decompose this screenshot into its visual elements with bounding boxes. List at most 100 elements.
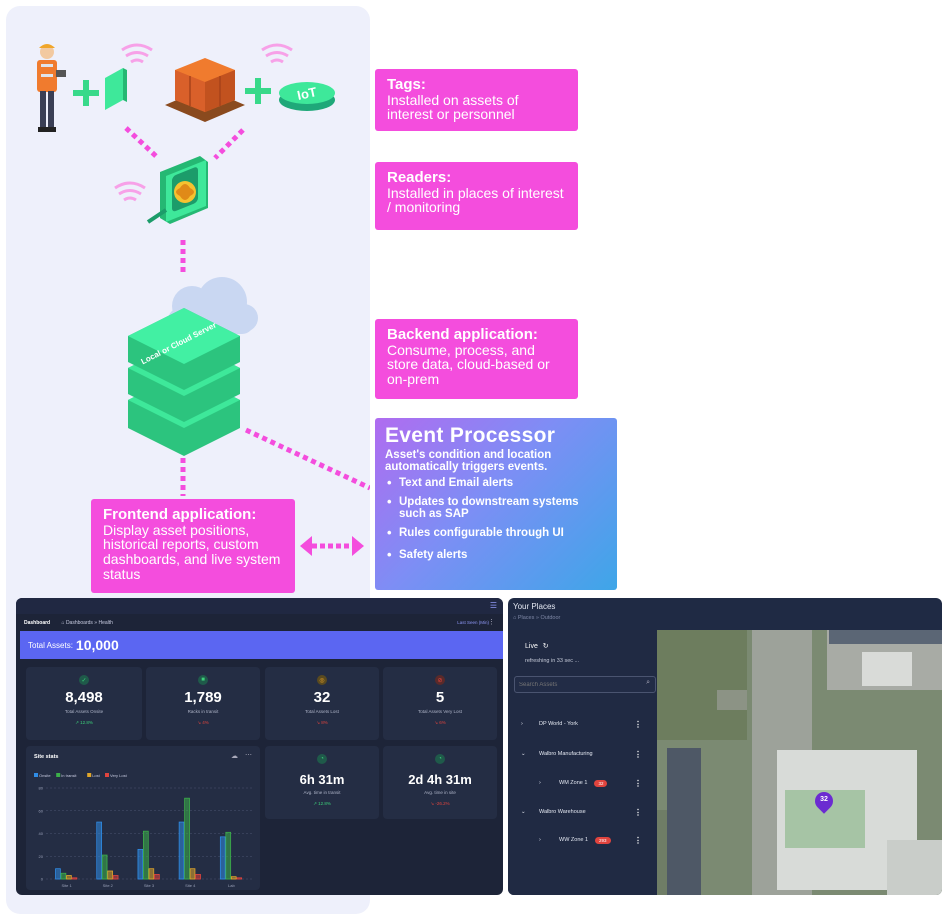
place-item-dp-world[interactable]: › DP World - York ⋮ xyxy=(508,717,657,731)
x-tick-label: Site 3 xyxy=(144,883,155,888)
map-illustration xyxy=(657,630,942,895)
stat-change: ↗ 12.8% xyxy=(75,720,93,725)
backend-title: Backend application: xyxy=(387,326,538,343)
places-title: Your Places xyxy=(513,602,556,611)
kebab-icon[interactable]: ⋮ xyxy=(634,720,642,729)
bar-fill xyxy=(113,876,118,879)
search-icon[interactable]: ⌕ xyxy=(646,679,650,687)
bar-fill xyxy=(179,822,184,879)
site-stats-card: Site stats ☁ ⋯ Onsite In transit Lost Very … xyxy=(26,746,260,890)
chevron-down-icon[interactable]: ⌄ xyxy=(521,809,539,815)
bar-fill xyxy=(61,873,66,879)
bar-fill xyxy=(149,869,154,879)
stat-card-time-site[interactable]: ◔ 2d 4h 31m Avg. time in site ↘ -26.2% xyxy=(383,746,497,819)
infographic-canvas: IoT Local or Cloud Server Tags: Installe… xyxy=(0,0,952,920)
place-label: WM Zone 1 xyxy=(559,780,588,786)
legend-label[interactable]: Lost xyxy=(92,773,100,778)
chevron-right-icon[interactable]: › xyxy=(539,837,559,843)
kebab-icon[interactable]: ⋮ xyxy=(634,808,642,817)
home-icon[interactable]: ⌂ xyxy=(62,620,65,626)
chevron-down-icon[interactable]: ⌄ xyxy=(521,751,539,757)
blocked-icon: ⊘ xyxy=(435,675,445,685)
kebab-icon[interactable]: ⋮ xyxy=(634,779,642,788)
legend-swatch xyxy=(87,773,92,777)
legend-label[interactable]: In transit xyxy=(61,773,77,778)
place-label: Walbro Warehouse xyxy=(539,809,586,815)
kebab-icon[interactable]: ⋮ xyxy=(488,618,495,626)
timer-icon: ◔ xyxy=(435,754,445,764)
site-stats-chart: Onsite In transit Lost Very Lost 0 20 40 60 80 Si… xyxy=(34,773,252,888)
server-stack-icon: Local or Cloud Server xyxy=(128,308,240,456)
menu-icon[interactable]: ☰ xyxy=(490,601,497,610)
readers-description: Installed in places of interest / monito… xyxy=(387,184,564,216)
y-tick-label: 20 xyxy=(39,854,44,859)
last-seen-link[interactable]: Last Seen (Min) xyxy=(457,620,489,625)
iot-badge-icon: IoT xyxy=(279,82,335,111)
stat-card-transit[interactable]: ■ 1,789 Racks in transit ↘ 4% xyxy=(146,667,260,740)
bar-fill xyxy=(196,874,200,879)
frontend-title: Frontend application: xyxy=(103,506,257,523)
legend-label[interactable]: Onsite xyxy=(39,773,51,778)
event-processor-title: Event Processor xyxy=(385,424,556,447)
asset-count-badge: 32 xyxy=(594,779,608,787)
stat-value: 1,789 xyxy=(184,689,222,706)
bar-fill xyxy=(102,855,107,879)
live-label: Live xyxy=(525,643,538,650)
stat-card-time-transit[interactable]: ◔ 6h 31m Avg. time in transit ↗ 12.8% xyxy=(265,746,379,819)
search-input[interactable] xyxy=(519,680,634,690)
double-arrow-icon xyxy=(300,536,364,556)
refresh-icon[interactable]: ↻ xyxy=(543,643,549,650)
place-item-walbro-manufacturing[interactable]: ⌄ Walbro Manufacturing ⋮ xyxy=(508,747,657,761)
bar-fill xyxy=(220,837,225,879)
dashboard-topbar: ☰ xyxy=(16,598,503,614)
legend-swatch xyxy=(34,773,38,777)
satellite-map[interactable]: 32 xyxy=(657,630,942,895)
place-label: WW Zone 1 xyxy=(559,837,589,843)
stat-card-onsite[interactable]: ✓ 8,498 Total Assets Onsite ↗ 12.8% xyxy=(26,667,142,740)
stat-card-very-lost[interactable]: ⊘ 5 Total Assets Very Lost ↘ 6% xyxy=(383,667,497,740)
stat-change: ↗ 12.8% xyxy=(313,801,331,806)
kebab-icon[interactable]: ⋮ xyxy=(634,750,642,759)
stat-label: Total Assets Lost xyxy=(305,709,339,714)
place-item-ww-zone[interactable]: › WW Zone 1 293 ⋮ xyxy=(508,833,657,847)
frontend-description: Display asset positions, historical repo… xyxy=(103,521,281,582)
worker-figure-icon xyxy=(37,44,66,132)
legend-label[interactable]: Very Lost xyxy=(110,773,128,778)
places-breadcrumb-text[interactable]: Places » Outdoor xyxy=(518,615,561,621)
event-item: Text and Email alerts xyxy=(385,476,607,490)
stat-label: Total Assets Onsite xyxy=(64,709,104,714)
total-assets-bar: Total Assets: 10,000 xyxy=(20,631,503,659)
warning-icon: ◎ xyxy=(317,675,327,685)
kebab-icon[interactable]: ⋮ xyxy=(634,836,642,845)
stat-card-lost[interactable]: ◎ 32 Total Assets Lost ↘ 8% xyxy=(265,667,379,740)
bar-fill xyxy=(144,831,148,879)
event-processor-list: Text and Email alerts Updates to downstr… xyxy=(385,476,607,562)
x-tick-label: Site 2 xyxy=(103,883,114,888)
y-tick-label: 40 xyxy=(39,831,44,836)
total-assets-label: Total Assets: xyxy=(28,640,73,650)
bar-fill xyxy=(138,849,143,879)
stat-label: Racks in transit xyxy=(187,709,219,714)
pallet-boxes-icon xyxy=(165,58,245,122)
search-assets-field[interactable]: ⌕ xyxy=(514,676,656,693)
home-icon[interactable]: ⌂ xyxy=(513,615,516,621)
bar-fill xyxy=(155,874,159,879)
map-pin-count[interactable]: 32 xyxy=(815,796,833,803)
place-label: Walbro Manufacturing xyxy=(539,751,593,757)
place-item-wm-zone[interactable]: › WM Zone 1 32 ⋮ xyxy=(508,776,657,790)
places-breadcrumb: ⌂ Places » Outdoor xyxy=(513,615,560,621)
dashboard-header: Dashboard ⌂ Dashboards » Health xyxy=(24,620,113,626)
check-icon: ✓ xyxy=(79,675,89,685)
chevron-right-icon[interactable]: › xyxy=(521,721,539,727)
place-item-walbro-warehouse[interactable]: ⌄ Walbro Warehouse ⋮ xyxy=(508,805,657,819)
stat-label: Total Assets Very Lost xyxy=(417,709,463,714)
stat-value: 8,498 xyxy=(65,689,103,706)
stat-change: ↘ 4% xyxy=(197,720,209,725)
places-sidebar: Live ↻ refreshing in 33 sec ... ⌕ › DP W… xyxy=(508,630,657,895)
stat-value: 5 xyxy=(435,689,445,706)
chevron-right-icon[interactable]: › xyxy=(539,780,559,786)
legend-swatch xyxy=(105,773,109,777)
dashboard-breadcrumb[interactable]: Dashboards » Health xyxy=(66,620,113,626)
truck-icon: ■ xyxy=(198,675,208,685)
bar-fill xyxy=(97,822,101,879)
